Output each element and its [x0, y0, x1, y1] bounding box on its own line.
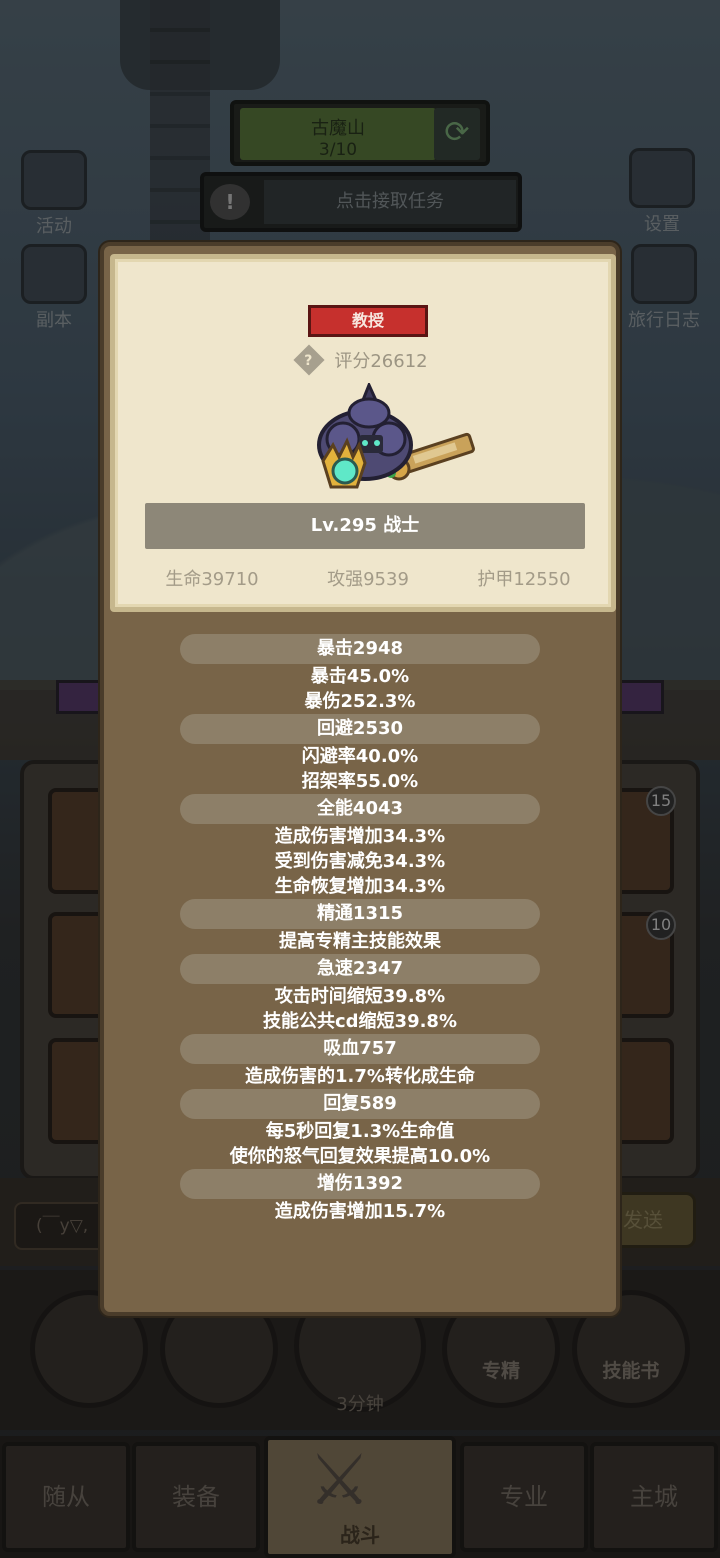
stat-line: 造成伤害增加15.7%: [274, 1201, 446, 1222]
stat-line: 使你的怒气回复效果提高10.0%: [229, 1146, 491, 1167]
stat-line: 生命恢复增加34.3%: [274, 876, 446, 897]
stat-line: 闪避率40.0%: [301, 746, 419, 767]
damage-bonus-group: 增伤1392 造成伤害增加15.7%: [104, 1169, 616, 1224]
stat-header: 精通1315: [180, 899, 540, 929]
score-value: 评分26612: [334, 351, 428, 372]
stat-header: 全能4043: [180, 794, 540, 824]
stat-header: 回避2530: [180, 714, 540, 744]
armor-stat: 护甲12550: [477, 569, 571, 590]
lifesteal-group: 吸血757 造成伤害的1.7%转化成生命: [104, 1034, 616, 1089]
rank-badge: 教授: [308, 305, 428, 337]
hp-stat: 生命39710: [165, 569, 259, 590]
stat-header: 吸血757: [180, 1034, 540, 1064]
level-class-banner: Lv.295 战士: [145, 503, 585, 549]
character-stats-panel: 教授 ? 评分26612 Lv.295 战士 生命39710 攻强9539 护甲1…: [100, 242, 620, 1316]
warrior-avatar-icon: [317, 383, 475, 489]
attack-stat: 攻强9539: [327, 569, 409, 590]
stat-line: 每5秒回复1.3%生命值: [265, 1121, 455, 1142]
stat-line: 造成伤害的1.7%转化成生命: [245, 1066, 475, 1087]
stat-header: 暴击2948: [180, 634, 540, 664]
stat-header: 回复589: [180, 1089, 540, 1119]
stat-line: 暴伤252.3%: [304, 691, 416, 712]
stat-line: 暴击45.0%: [310, 666, 410, 687]
mastery-group: 精通1315 提高专精主技能效果: [104, 899, 616, 954]
crit-group: 暴击2948 暴击45.0% 暴伤252.3%: [104, 634, 616, 714]
versatility-group: 全能4043 造成伤害增加34.3% 受到伤害减免34.3% 生命恢复增加34.…: [104, 794, 616, 899]
regen-group: 回复589 每5秒回复1.3%生命值 使你的怒气回复效果提高10.0%: [104, 1089, 616, 1169]
haste-group: 急速2347 攻击时间缩短39.8% 技能公共cd缩短39.8%: [104, 954, 616, 1034]
dodge-group: 回避2530 闪避率40.0% 招架率55.0%: [104, 714, 616, 794]
score-row: ? 评分26612: [115, 344, 611, 376]
stat-header: 急速2347: [180, 954, 540, 984]
stat-header: 增伤1392: [180, 1169, 540, 1199]
stat-line: 技能公共cd缩短39.8%: [262, 1011, 457, 1032]
hero-card: 教授 ? 评分26612 Lv.295 战士 生命39710 攻强9539 护甲1…: [110, 254, 616, 612]
secondary-stats-list: 暴击2948 暴击45.0% 暴伤252.3% 回避2530 闪避率40.0% …: [104, 634, 616, 1224]
stat-line: 受到伤害减免34.3%: [274, 851, 446, 872]
stat-line: 招架率55.0%: [301, 771, 419, 792]
stat-line: 造成伤害增加34.3%: [274, 826, 446, 847]
stat-line: 提高专精主技能效果: [279, 931, 441, 952]
stat-line: 攻击时间缩短39.8%: [274, 986, 446, 1007]
base-stats: 生命39710 攻强9539 护甲12550: [115, 565, 611, 595]
help-icon[interactable]: ?: [293, 344, 325, 376]
